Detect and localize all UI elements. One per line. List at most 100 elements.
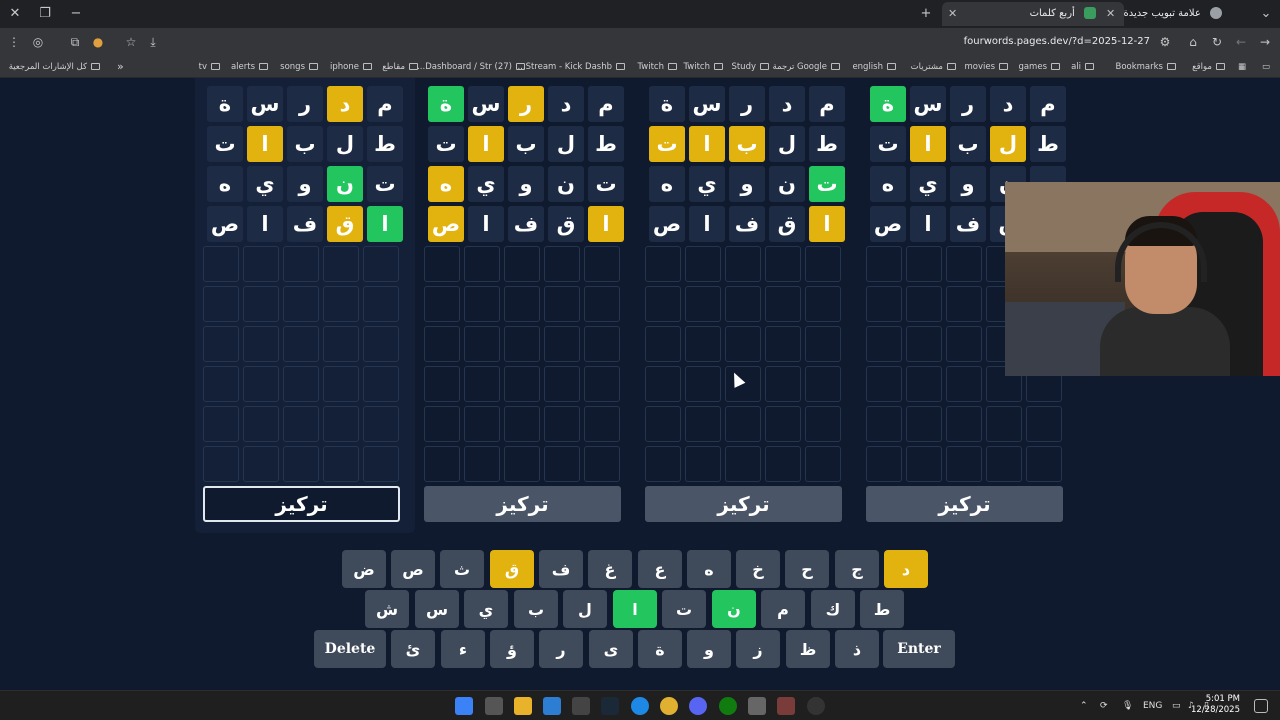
letter-key[interactable]: ة bbox=[638, 630, 682, 668]
task-view-icon[interactable] bbox=[485, 697, 503, 715]
language-indicator[interactable]: ENG bbox=[1143, 699, 1162, 713]
letter-key[interactable]: ص bbox=[391, 550, 435, 588]
letter-key[interactable]: غ bbox=[588, 550, 632, 588]
bookmark-item[interactable]: english bbox=[852, 59, 896, 75]
install-app-icon[interactable]: ⤓ bbox=[144, 33, 162, 51]
bookmark-item[interactable]: ali bbox=[1071, 59, 1094, 75]
profile-icon[interactable]: ◎ bbox=[29, 33, 47, 51]
letter-key[interactable]: ظ bbox=[786, 630, 830, 668]
recording-icon[interactable] bbox=[807, 697, 825, 715]
letter-key[interactable]: ي bbox=[464, 590, 508, 628]
letter-key[interactable]: ك bbox=[811, 590, 855, 628]
microphone-icon[interactable]: 🎙 bbox=[1122, 699, 1133, 713]
address-bar[interactable]: fourwords.pages.dev/?d=2025-12-27 bbox=[964, 33, 1150, 51]
bookmark-item[interactable]: Bookmarks bbox=[1116, 59, 1176, 75]
bookmark-item[interactable]: songs bbox=[280, 59, 318, 75]
edge-icon[interactable] bbox=[631, 697, 649, 715]
notifications-icon[interactable] bbox=[1254, 699, 1268, 713]
bookmark-item[interactable]: مقاطع bbox=[382, 59, 418, 75]
focus-button-2[interactable]: تركيز bbox=[424, 486, 621, 522]
letter-key[interactable]: خ bbox=[736, 550, 780, 588]
new-tab-icon[interactable]: + bbox=[916, 4, 936, 24]
enter-key[interactable]: Enter bbox=[883, 630, 955, 668]
discord-icon[interactable] bbox=[689, 697, 707, 715]
menu-icon[interactable]: ⋮ bbox=[5, 33, 23, 51]
app-icon[interactable] bbox=[748, 697, 766, 715]
bookmark-item[interactable]: movies bbox=[964, 59, 1008, 75]
xbox-icon[interactable] bbox=[719, 697, 737, 715]
letter-key[interactable]: ن bbox=[712, 590, 756, 628]
bookmark-item[interactable]: مشتريات bbox=[911, 59, 956, 75]
letter-key[interactable]: ز bbox=[736, 630, 780, 668]
letter-key[interactable]: ى bbox=[589, 630, 633, 668]
letter-key[interactable]: ث bbox=[440, 550, 484, 588]
letter-key[interactable]: ف bbox=[539, 550, 583, 588]
focus-button-3[interactable]: تركيز bbox=[645, 486, 842, 522]
bookmark-item[interactable]: Twitch bbox=[684, 59, 723, 75]
letter-key[interactable]: ؤ bbox=[490, 630, 534, 668]
network-icon[interactable]: ▭ bbox=[1172, 699, 1181, 713]
tab-search-icon[interactable]: ⌄ bbox=[1256, 4, 1276, 24]
start-icon[interactable] bbox=[455, 697, 473, 715]
reload-icon[interactable]: ↻ bbox=[1208, 33, 1226, 51]
bookmark-item[interactable]: Twitch bbox=[638, 59, 677, 75]
focus-button-1[interactable]: تركيز bbox=[203, 486, 400, 522]
restore-window-icon[interactable]: ❐ bbox=[35, 4, 55, 24]
bookmark-item[interactable]: Google ترجمة bbox=[773, 59, 840, 75]
bookmark-item[interactable]: tv bbox=[199, 59, 220, 75]
bookmark-item[interactable]: Study bbox=[731, 59, 769, 75]
letter-key[interactable]: و bbox=[687, 630, 731, 668]
extension-icon[interactable]: ● bbox=[89, 33, 107, 51]
letter-key[interactable]: ق bbox=[490, 550, 534, 588]
close-tab-icon[interactable]: ✕ bbox=[1106, 2, 1115, 26]
letter-key[interactable]: م bbox=[761, 590, 805, 628]
letter-key[interactable]: ا bbox=[613, 590, 657, 628]
obs-icon[interactable] bbox=[777, 697, 795, 715]
tab-active[interactable]: ✕ أربع كلمات bbox=[942, 2, 1124, 26]
letter-key[interactable]: ئ bbox=[391, 630, 435, 668]
chrome-taskbar-icon[interactable] bbox=[660, 697, 678, 715]
bookmark-item[interactable]: games bbox=[1018, 59, 1060, 75]
letter-key[interactable]: ش bbox=[365, 590, 409, 628]
tray-overflow-icon[interactable]: ⌃ bbox=[1080, 699, 1088, 713]
letter-key[interactable]: ح bbox=[785, 550, 829, 588]
minimize-window-icon[interactable]: − bbox=[66, 4, 86, 24]
letter-key[interactable]: ض bbox=[342, 550, 386, 588]
site-settings-icon[interactable]: ⚙ bbox=[1156, 33, 1174, 51]
bookmark-item[interactable]: iphone bbox=[330, 59, 372, 75]
letter-key[interactable]: ج bbox=[835, 550, 879, 588]
store-icon[interactable] bbox=[543, 697, 561, 715]
home-icon[interactable]: ⌂ bbox=[1184, 33, 1202, 51]
apps-grid-icon[interactable]: ▦ bbox=[1238, 59, 1258, 75]
letter-key[interactable]: ه bbox=[687, 550, 731, 588]
bookmark-item[interactable]: كل الإشارات المرجعية bbox=[9, 59, 100, 75]
clock[interactable]: 5:01 PM 12/28/2025 bbox=[1191, 694, 1240, 716]
calculator-icon[interactable] bbox=[572, 697, 590, 715]
forward-icon[interactable]: ← bbox=[1232, 33, 1250, 51]
delete-key[interactable]: Delete bbox=[314, 630, 386, 668]
close-window-icon[interactable]: ✕ bbox=[5, 4, 25, 24]
letter-key[interactable]: ل bbox=[563, 590, 607, 628]
bookmark-item[interactable]: Stream - Kick Dashb... bbox=[517, 59, 625, 75]
extensions-icon[interactable]: ⧉ bbox=[66, 33, 84, 51]
letter-key[interactable]: ر bbox=[539, 630, 583, 668]
letter-key[interactable]: د bbox=[884, 550, 928, 588]
bookmarks-overflow-icon[interactable]: » bbox=[117, 59, 124, 75]
close-tab-icon[interactable]: ✕ bbox=[948, 2, 957, 26]
bookmark-folder-icon[interactable]: ▭ bbox=[1262, 59, 1276, 75]
letter-key[interactable]: ب bbox=[514, 590, 558, 628]
file-explorer-icon[interactable] bbox=[514, 697, 532, 715]
tab-new[interactable]: ✕ علامة تبويب جديدة bbox=[1100, 2, 1250, 26]
letter-key[interactable]: س bbox=[415, 590, 459, 628]
letter-key[interactable]: ط bbox=[860, 590, 904, 628]
bookmark-star-icon[interactable]: ☆ bbox=[122, 33, 140, 51]
focus-button-4[interactable]: تركيز bbox=[866, 486, 1063, 522]
sync-icon[interactable]: ⟳ bbox=[1100, 699, 1108, 713]
letter-key[interactable]: ذ bbox=[835, 630, 879, 668]
letter-key[interactable]: ت bbox=[662, 590, 706, 628]
steam-icon[interactable] bbox=[601, 697, 619, 715]
bookmark-item[interactable]: مواقع bbox=[1192, 59, 1225, 75]
bookmark-item[interactable]: alerts bbox=[231, 59, 268, 75]
letter-key[interactable]: ع bbox=[638, 550, 682, 588]
bookmark-item[interactable]: (27) Dashboard / Str... bbox=[417, 59, 525, 75]
